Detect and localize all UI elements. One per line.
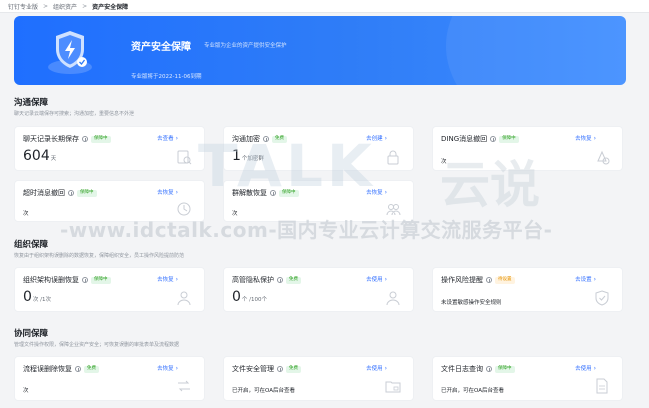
card-value: 次 <box>23 211 29 217</box>
chevron-right-icon: > <box>82 2 88 10</box>
status-badge: 待设置 <box>495 276 515 284</box>
card-title: DING消息撤回 <box>441 135 488 143</box>
watermark-logo: TALK <box>198 132 376 200</box>
status-badge: 保障中 <box>499 135 519 143</box>
info-icon[interactable] <box>486 366 492 372</box>
banner-glow <box>446 16 626 85</box>
status-badge: 保障中 <box>495 365 515 373</box>
banner-expire-text: 专业版将于2022-11-06到期 <box>131 74 202 80</box>
section-title-communication: 沟通保障 <box>14 98 49 108</box>
card-title: 文件日志查询 <box>441 365 483 373</box>
use-link[interactable]: 去使用 › <box>366 364 387 372</box>
section-title-collaboration: 协同保障 <box>14 329 49 339</box>
card-value: 0次 /1次 <box>23 289 52 305</box>
info-icon[interactable] <box>75 366 81 372</box>
card-file-log: 文件日志查询 保障中 去使用 › 已开启，可在OA后台查看 <box>432 356 623 401</box>
info-icon[interactable] <box>490 136 497 142</box>
card-value: 未设置敏感操作安全规则 <box>441 300 502 306</box>
lock-icon <box>387 150 399 165</box>
card-title: 流程误删除恢复 <box>23 365 72 373</box>
breadcrumb-item-current: 资产安全保障 <box>92 3 129 11</box>
document-icon <box>596 378 608 394</box>
card-exec-privacy: 高管隐私保护 免费 去使用 › 0个 /100个 <box>223 267 414 312</box>
folder-lock-icon <box>385 381 401 393</box>
person-icon <box>177 291 191 306</box>
status-badge: 免费 <box>286 365 301 373</box>
breadcrumb-item-pro[interactable]: 钉钉专业版 <box>8 2 38 11</box>
info-icon[interactable] <box>486 277 492 283</box>
breadcrumb: 钉钉专业版 > 组织资产 > 资产安全保障 <box>0 0 649 13</box>
section-desc-communication: 聊天记录云端保存可搜索；沟通加密，重要信息不外泄 <box>14 111 135 117</box>
status-badge: 保障中 <box>91 135 111 143</box>
card-value: 0个 /100个 <box>232 289 268 305</box>
section-title-organization: 组织保障 <box>14 240 49 250</box>
card-value: 已开启，可在OA后台查看 <box>232 388 295 394</box>
info-icon[interactable] <box>82 136 88 142</box>
status-badge: 免费 <box>286 276 301 284</box>
card-title: 高管隐私保护 <box>232 276 274 284</box>
view-link[interactable]: 去查看 › <box>157 134 178 142</box>
section-desc-collaboration: 管理文件操作权限，保障企业资产安全；可恢复误删的审批表单及流程数据 <box>14 342 180 348</box>
card-title: 聊天记录长期保存 <box>23 135 79 143</box>
banner-subtitle: 专业版为企业的资产提供安全保护 <box>204 43 287 49</box>
breadcrumb-item-assets[interactable]: 组织资产 <box>53 2 77 11</box>
status-badge: 免费 <box>84 365 99 373</box>
card-chat-history: 聊天记录长期保存 保障中 去查看 › 604天 <box>14 126 205 171</box>
restore-link[interactable]: 去恢复 › <box>157 188 178 196</box>
status-badge: 保障中 <box>91 276 111 284</box>
info-icon[interactable] <box>82 277 88 283</box>
use-link[interactable]: 去使用 › <box>366 275 387 283</box>
info-icon[interactable] <box>68 190 74 196</box>
flow-icon <box>178 380 190 392</box>
card-risk-alert: 操作风险提醒 待设置 去设置 › 未设置敏感操作安全规则 <box>432 267 623 312</box>
status-badge: 保障中 <box>77 189 97 197</box>
card-file-security: 文件安全管理 免费 去使用 › 已开启，可在OA后台查看 <box>223 356 414 401</box>
search-doc-icon <box>177 150 192 165</box>
info-icon[interactable] <box>277 277 283 283</box>
card-org-restore: 组织架构误删恢复 保障中 去恢复 › 0次 /1次 <box>14 267 205 312</box>
info-icon[interactable] <box>277 366 283 372</box>
shield-check-icon <box>595 290 609 306</box>
restore-link[interactable]: 去恢复 › <box>575 134 596 142</box>
person-icon <box>386 291 400 306</box>
watermark-logo-cn: 云说 <box>440 156 540 214</box>
section-desc-organization: 恢复由于组织架构误删除的数据恢复，保障组织安全，员工操作风险提前防范 <box>14 253 185 259</box>
use-link[interactable]: 去使用 › <box>575 364 596 372</box>
settings-link[interactable]: 去设置 › <box>575 275 596 283</box>
banner-title: 资产安全保障 <box>131 42 191 53</box>
card-title: 组织架构误删恢复 <box>23 276 79 284</box>
shield-icon <box>44 25 96 77</box>
restore-link[interactable]: 去恢复 › <box>157 275 178 283</box>
restore-link[interactable]: 去恢复 › <box>157 364 178 372</box>
card-title: 文件安全管理 <box>232 365 274 373</box>
card-value: 次 <box>23 388 29 394</box>
chevron-right-icon: > <box>43 2 49 10</box>
hero-banner: 资产安全保障 专业版为企业的资产提供安全保护 专业版将于2022-11-06到期 <box>14 16 626 85</box>
watermark-text: -www.idctalk.com-国内专业云计算交流服务平台- <box>60 218 553 242</box>
card-title: 超时消息撤回 <box>23 189 65 197</box>
card-process-restore: 流程误删除恢复 免费 去恢复 › 次 <box>14 356 205 401</box>
card-title: 操作风险提醒 <box>441 276 483 284</box>
recall-icon <box>597 150 610 165</box>
card-value: 604天 <box>23 148 57 164</box>
card-value: 已开启，可在OA后台查看 <box>441 388 504 394</box>
